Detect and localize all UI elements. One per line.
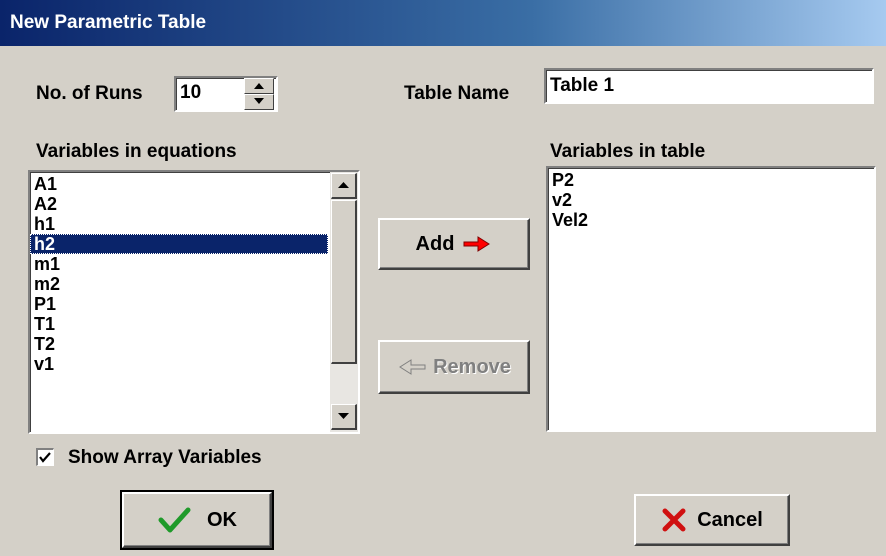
list-item[interactable]: Vel2 — [548, 210, 868, 230]
spin-down-button[interactable] — [244, 94, 274, 110]
scroll-down-arrow-icon — [338, 413, 349, 419]
list-item[interactable]: A1 — [30, 174, 328, 194]
table-list[interactable]: P2 v2 Vel2 — [548, 170, 868, 230]
equations-list-label: Variables in equations — [36, 141, 237, 162]
arrow-left-icon — [399, 359, 426, 375]
table-name-field[interactable]: Table 1 — [544, 68, 874, 104]
red-x-icon — [662, 508, 686, 532]
equations-scrollbar[interactable] — [330, 172, 358, 432]
check-mark-icon — [39, 452, 51, 463]
remove-label: Remove — [433, 355, 511, 378]
add-label: Add — [415, 232, 455, 255]
window-title: New Parametric Table — [10, 12, 207, 33]
table-name-value[interactable]: Table 1 — [550, 74, 614, 98]
runs-stepper[interactable] — [244, 78, 274, 110]
cancel-button[interactable]: Cancel — [634, 494, 790, 546]
list-item[interactable]: T1 — [30, 314, 328, 334]
list-item[interactable]: m2 — [30, 274, 328, 294]
equations-listbox[interactable]: A1 A2 h1 h2 m1 m2 P1 T1 T2 v1 — [28, 170, 360, 434]
remove-button[interactable]: Remove — [378, 340, 530, 394]
list-item[interactable]: v1 — [30, 354, 328, 374]
scroll-down-button[interactable] — [331, 404, 357, 430]
equations-list[interactable]: A1 A2 h1 h2 m1 m2 P1 T1 T2 v1 — [30, 174, 328, 374]
list-item[interactable]: T2 — [30, 334, 328, 354]
list-item[interactable]: A2 — [30, 194, 328, 214]
list-item[interactable]: P2 — [548, 170, 868, 190]
ok-button[interactable]: OK — [120, 490, 274, 550]
list-item[interactable]: v2 — [548, 190, 868, 210]
list-item[interactable]: m1 — [30, 254, 328, 274]
scroll-thumb[interactable] — [331, 200, 357, 364]
runs-label: No. of Runs — [36, 83, 143, 104]
table-name-label: Table Name — [404, 83, 510, 104]
list-item[interactable]: h1 — [30, 214, 328, 234]
ok-label: OK — [207, 508, 237, 531]
cancel-label: Cancel — [697, 508, 763, 531]
runs-input[interactable]: 10 — [180, 81, 201, 105]
show-array-checkbox[interactable] — [36, 448, 54, 466]
table-list-label: Variables in table — [550, 141, 706, 162]
list-item[interactable]: h2 — [30, 234, 328, 254]
scroll-up-arrow-icon — [338, 182, 349, 188]
table-listbox[interactable]: P2 v2 Vel2 — [546, 166, 876, 432]
green-check-icon — [158, 507, 191, 533]
add-button[interactable]: Add — [378, 218, 530, 270]
red-arrow-right-icon — [463, 236, 491, 252]
title-bar: New Parametric Table — [0, 0, 886, 46]
triangle-down-icon — [254, 98, 264, 104]
scroll-up-button[interactable] — [331, 173, 357, 199]
triangle-up-icon — [254, 83, 264, 89]
list-item[interactable]: P1 — [30, 294, 328, 314]
show-array-label: Show Array Variables — [68, 447, 262, 468]
spin-up-button[interactable] — [244, 78, 274, 94]
